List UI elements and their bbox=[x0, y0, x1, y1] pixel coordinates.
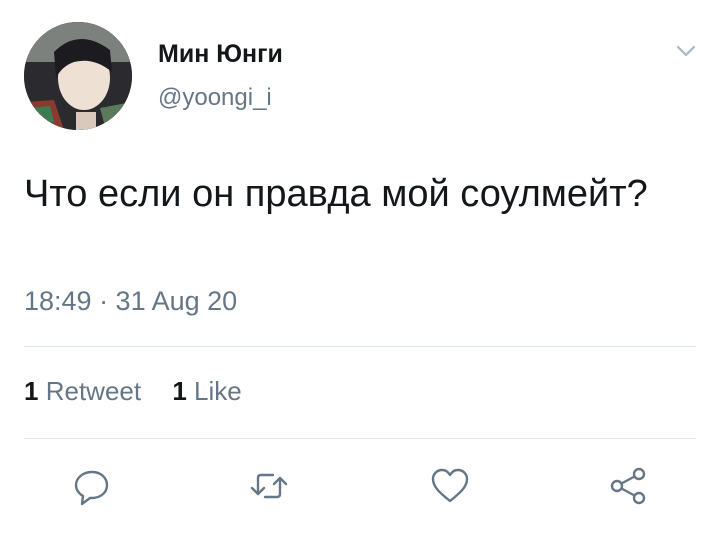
share-icon[interactable] bbox=[606, 464, 650, 508]
tweet-text: Что если он правда мой соулмейт? bbox=[24, 173, 648, 215]
chevron-down-icon[interactable] bbox=[676, 44, 696, 58]
reply-icon[interactable] bbox=[70, 464, 114, 508]
divider bbox=[24, 438, 696, 439]
author-handle[interactable]: @yoongi_i bbox=[158, 84, 272, 112]
avatar-photo bbox=[24, 22, 132, 130]
avatar[interactable] bbox=[24, 22, 132, 130]
tweet-actions bbox=[0, 458, 720, 518]
divider bbox=[24, 346, 696, 347]
retweets-stat[interactable]: 1 Retweet bbox=[24, 376, 141, 407]
tweet-timestamp[interactable]: 18:49 · 31 Aug 20 bbox=[24, 286, 237, 317]
likes-label: Like bbox=[194, 376, 242, 406]
likes-count: 1 bbox=[172, 376, 187, 406]
heart-icon[interactable] bbox=[428, 464, 472, 508]
tweet-stats: 1 Retweet 1 Like bbox=[24, 376, 266, 407]
retweets-count: 1 bbox=[24, 376, 39, 406]
author-name[interactable]: Мин Юнги bbox=[158, 40, 283, 69]
likes-stat[interactable]: 1 Like bbox=[172, 376, 241, 407]
tweet-card: Мин Юнги @yoongi_i Что если он правда мо… bbox=[0, 0, 720, 536]
retweets-label: Retweet bbox=[45, 376, 142, 406]
retweet-icon[interactable] bbox=[247, 464, 291, 508]
